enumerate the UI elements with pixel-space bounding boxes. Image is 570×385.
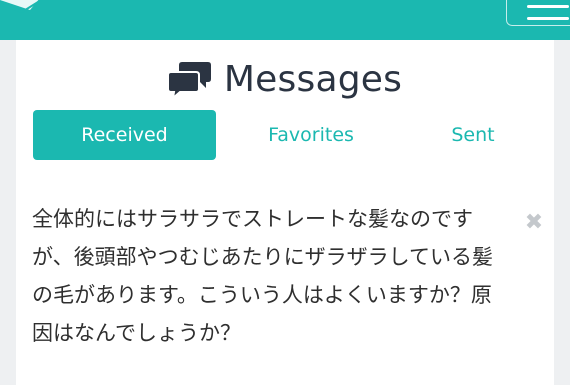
chat-bubbles-icon — [167, 62, 211, 100]
close-icon[interactable]: ✖ — [524, 212, 544, 234]
tab-favorites[interactable]: Favorites — [236, 110, 386, 160]
page-title: Messages — [223, 59, 403, 100]
messages-card: Messages Received Favorites Sent 全体的にはサラ… — [16, 40, 554, 385]
menu-line-icon — [527, 5, 569, 8]
logo-icon[interactable] — [0, 0, 48, 18]
page-header: Messages — [16, 58, 554, 102]
message-body[interactable]: 全体的にはサラサラでストレートな髪なのですが、後頭部やつむじあたりにザラザラして… — [32, 200, 510, 352]
menu-line-icon — [527, 17, 569, 20]
tab-sent[interactable]: Sent — [413, 110, 533, 160]
message-tabs: Received Favorites Sent — [33, 110, 541, 160]
tab-received[interactable]: Received — [33, 110, 216, 160]
top-nav-bar — [0, 0, 570, 40]
hamburger-menu-button[interactable] — [506, 0, 570, 26]
